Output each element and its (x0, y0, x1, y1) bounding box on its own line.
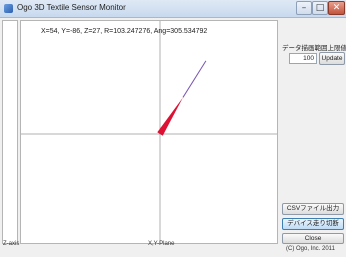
close-button[interactable]: Close (282, 233, 344, 244)
sensor-readout: X=54, Y=-86, Z=27, R=103.247276, Ang=305… (41, 28, 208, 35)
app-window: Ogo 3D Textile Sensor Monitor – □ ✕ X=54… (0, 0, 346, 257)
csv-export-button[interactable]: CSVファイル出力 (282, 203, 344, 215)
vector-arrow-body (157, 97, 183, 136)
update-button[interactable]: Update (319, 52, 345, 65)
xy-plane-label: X,Y-Plane (148, 241, 175, 247)
copyright-text: (C) Ogo, Inc. 2011 (286, 246, 335, 252)
device-disconnect-button[interactable]: デバイス走り切断 (282, 218, 344, 230)
threshold-label: データ描画範囲上限値 (282, 45, 346, 52)
threshold-input[interactable] (289, 53, 317, 64)
vector-arrow-tip (182, 60, 207, 98)
z-axis-label: Z-axis (3, 241, 20, 247)
